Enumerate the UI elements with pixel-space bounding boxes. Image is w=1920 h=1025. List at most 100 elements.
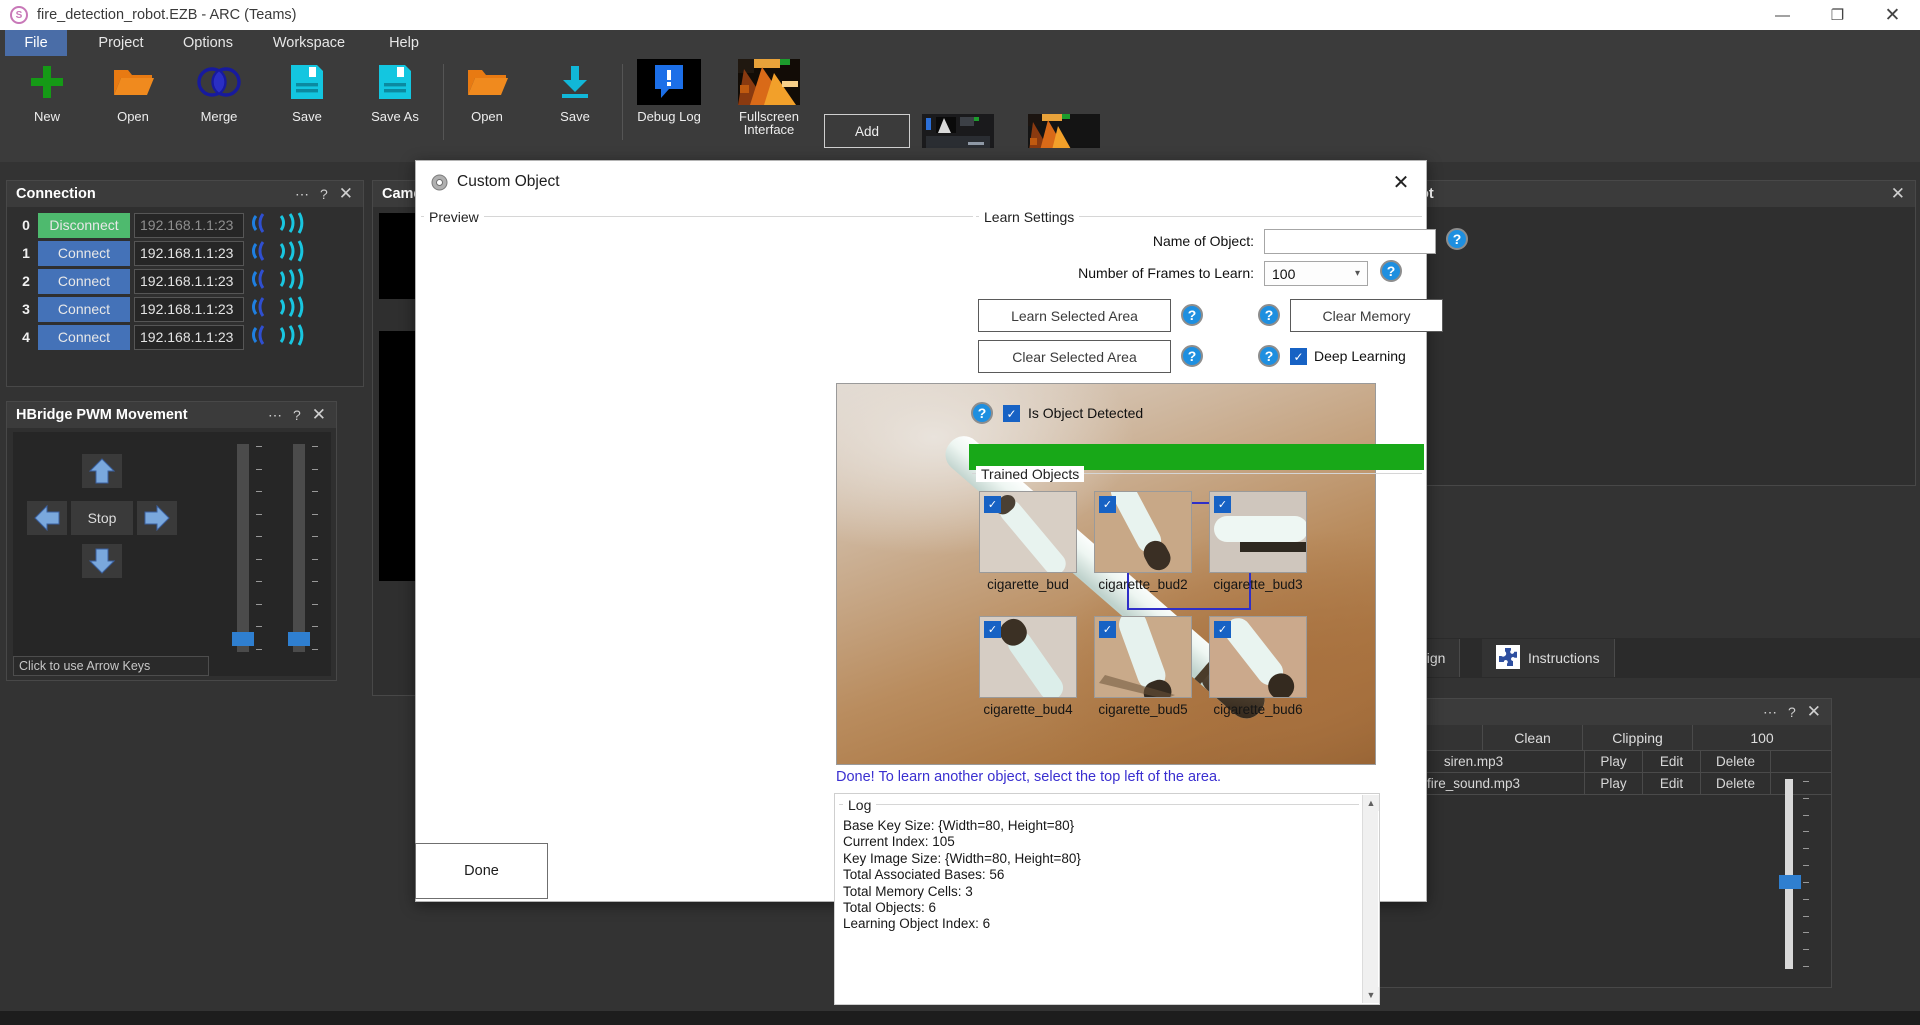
help-icon[interactable]: ?: [1788, 704, 1796, 720]
soundboard-delete-button[interactable]: Delete: [1701, 773, 1771, 794]
connection-toggle-button[interactable]: Connect: [38, 241, 130, 266]
connection-toggle-button[interactable]: Connect: [38, 269, 130, 294]
move-left-button[interactable]: [27, 501, 67, 535]
ribbon-button-fullscreen-interface[interactable]: Fullscreen Interface: [726, 58, 812, 136]
move-right-button[interactable]: [137, 501, 177, 535]
ribbon-button-save-as[interactable]: Save As: [352, 58, 438, 123]
tab-instructions[interactable]: Instructions: [1482, 639, 1615, 677]
question-mark-icon[interactable]: ?: [1258, 345, 1280, 367]
question-mark-icon[interactable]: ?: [1380, 260, 1402, 282]
trained-object-item[interactable]: cigarette_bud6: [1209, 616, 1307, 717]
trained-object-thumbnail[interactable]: [979, 491, 1077, 573]
is-object-detected-checkbox[interactable]: [1003, 405, 1020, 422]
close-button[interactable]: ✕: [1865, 0, 1920, 30]
trained-object-item[interactable]: cigarette_bud: [979, 491, 1077, 592]
trained-object-checkbox[interactable]: [1099, 621, 1116, 638]
wifi-icon[interactable]: [250, 212, 306, 239]
trained-object-item[interactable]: cigarette_bud5: [1094, 616, 1192, 717]
more-icon[interactable]: ⋯: [268, 407, 282, 424]
wifi-icon[interactable]: [250, 296, 306, 323]
more-icon[interactable]: ⋯: [1763, 704, 1777, 721]
question-mark-icon[interactable]: ?: [971, 402, 993, 424]
soundboard-play-button[interactable]: Play: [1585, 751, 1643, 772]
soundboard-play-button[interactable]: Play: [1585, 773, 1643, 794]
soundboard-edit-button[interactable]: Edit: [1643, 773, 1701, 794]
ribbon-button-open[interactable]: Open: [90, 58, 176, 123]
menu-item-options[interactable]: Options: [167, 30, 249, 56]
connection-ip-field[interactable]: 192.168.1.1:23: [134, 325, 244, 350]
connection-ip-field[interactable]: 192.168.1.1:23: [134, 269, 244, 294]
menu-item-help[interactable]: Help: [373, 30, 435, 56]
learn-selected-area-button[interactable]: Learn Selected Area: [978, 299, 1171, 332]
right-speed-slider[interactable]: [293, 444, 305, 652]
wifi-icon[interactable]: [250, 268, 306, 295]
trained-object-thumbnail[interactable]: [1094, 616, 1192, 698]
trained-object-item[interactable]: cigarette_bud4: [979, 616, 1077, 717]
menu-item-project[interactable]: Project: [80, 30, 162, 56]
clear-memory-button[interactable]: Clear Memory: [1290, 299, 1443, 332]
trained-object-checkbox[interactable]: [1099, 496, 1116, 513]
wifi-icon[interactable]: [250, 324, 306, 351]
ribbon-button-cloud-open[interactable]: Open: [444, 58, 530, 123]
trained-object-checkbox[interactable]: [1214, 496, 1231, 513]
more-icon[interactable]: ⋯: [295, 186, 309, 203]
connection-ip-field[interactable]: 192.168.1.1:23: [134, 241, 244, 266]
soundboard-col-clipping[interactable]: Clipping: [1583, 725, 1693, 750]
log-scrollbar[interactable]: ▲ ▼: [1362, 795, 1378, 1003]
ribbon-button-debug-log[interactable]: Debug Log: [626, 58, 712, 123]
connection-toggle-button[interactable]: Connect: [38, 325, 130, 350]
trained-object-checkbox[interactable]: [984, 621, 1001, 638]
connection-ip-field[interactable]: 192.168.1.1:23: [134, 213, 244, 238]
done-button[interactable]: Done: [415, 843, 548, 899]
question-mark-icon[interactable]: ?: [1181, 304, 1203, 326]
close-icon[interactable]: ✕: [312, 405, 326, 425]
help-icon[interactable]: ?: [293, 407, 301, 423]
trained-object-thumbnail[interactable]: [1209, 491, 1307, 573]
add-button[interactable]: Add: [825, 115, 909, 148]
connection-ip-field[interactable]: 192.168.1.1:23: [134, 297, 244, 322]
frames-to-learn-select[interactable]: 100 ▾: [1264, 261, 1368, 286]
trained-object-thumbnail[interactable]: [979, 616, 1077, 698]
soundboard-volume-slider[interactable]: [1785, 779, 1793, 969]
trained-object-item[interactable]: cigarette_bud2: [1094, 491, 1192, 592]
trained-object-thumbnail[interactable]: [1209, 616, 1307, 698]
connection-toggle-button[interactable]: Connect: [38, 297, 130, 322]
ribbon-button-cloud-save[interactable]: Save: [532, 58, 618, 123]
deep-learning-checkbox[interactable]: [1290, 348, 1307, 365]
soundboard-edit-button[interactable]: Edit: [1643, 751, 1701, 772]
minimize-button[interactable]: —: [1755, 0, 1810, 30]
trained-object-checkbox[interactable]: [1214, 621, 1231, 638]
move-up-button[interactable]: [82, 454, 122, 488]
ribbon-button-merge[interactable]: Merge: [176, 58, 262, 123]
left-speed-slider[interactable]: [237, 444, 249, 652]
right-speed-slider-knob[interactable]: [288, 632, 310, 646]
dialog-close-button[interactable]: ✕: [1386, 169, 1416, 195]
scroll-up-icon[interactable]: ▲: [1363, 795, 1379, 811]
stop-button[interactable]: Stop: [71, 501, 133, 535]
ribbon-button-new[interactable]: New: [4, 58, 90, 123]
menu-item-file[interactable]: File: [5, 30, 67, 56]
question-mark-icon[interactable]: ?: [1258, 304, 1280, 326]
soundboard-volume-knob[interactable]: [1779, 875, 1801, 889]
close-icon[interactable]: ✕: [1807, 702, 1821, 722]
soundboard-delete-button[interactable]: Delete: [1701, 751, 1771, 772]
menu-item-workspace[interactable]: Workspace: [254, 30, 364, 56]
help-icon[interactable]: ?: [320, 186, 328, 202]
wifi-icon[interactable]: [250, 240, 306, 267]
maximize-button[interactable]: ❐: [1810, 0, 1865, 30]
clear-selected-area-button[interactable]: Clear Selected Area: [978, 340, 1171, 373]
trained-object-item[interactable]: cigarette_bud3: [1209, 491, 1307, 592]
move-down-button[interactable]: [82, 544, 122, 578]
name-of-object-input[interactable]: [1264, 229, 1436, 254]
trained-object-checkbox[interactable]: [984, 496, 1001, 513]
ribbon-button-save[interactable]: Save: [264, 58, 350, 123]
question-mark-icon[interactable]: ?: [1446, 228, 1468, 250]
trained-object-thumbnail[interactable]: [1094, 491, 1192, 573]
question-mark-icon[interactable]: ?: [1181, 345, 1203, 367]
left-speed-slider-knob[interactable]: [232, 632, 254, 646]
scroll-down-icon[interactable]: ▼: [1363, 987, 1379, 1003]
close-icon[interactable]: ✕: [1891, 184, 1905, 204]
close-icon[interactable]: ✕: [339, 184, 353, 204]
soundboard-col-clean[interactable]: Clean: [1483, 725, 1583, 750]
connection-toggle-button[interactable]: Disconnect: [38, 213, 130, 238]
